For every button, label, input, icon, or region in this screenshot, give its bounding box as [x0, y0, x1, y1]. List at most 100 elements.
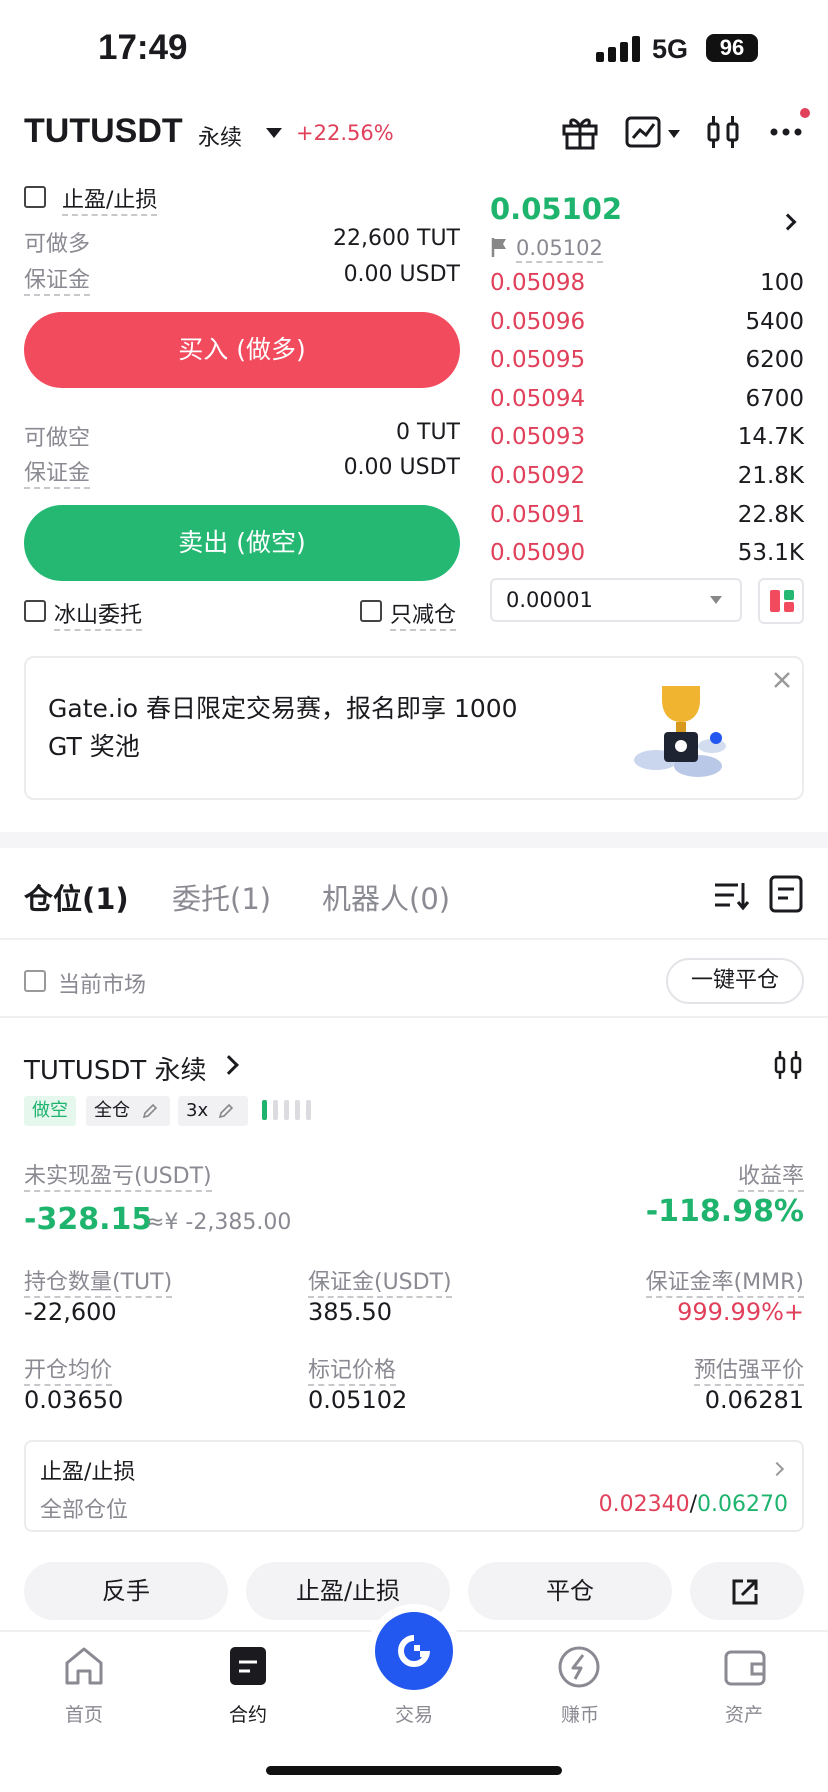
home-icon[interactable] — [62, 1644, 106, 1688]
risk-segment — [273, 1100, 278, 1120]
trade-button[interactable] — [375, 1612, 453, 1690]
tab-orders[interactable]: 委托(1) — [172, 876, 271, 918]
liq-value: 0.06281 — [704, 1386, 804, 1414]
tpsl-checkbox[interactable] — [24, 186, 46, 208]
nav-assets[interactable]: 资产 — [694, 1700, 794, 1727]
ask-size: 100 — [760, 270, 804, 296]
nav-trade[interactable]: 交易 — [364, 1700, 464, 1727]
chart-icon[interactable] — [624, 112, 664, 152]
tpsl-card-scope: 全部仓位 — [40, 1498, 129, 1523]
nav-earn[interactable]: 赚币 — [530, 1700, 630, 1727]
iceberg-label[interactable]: 冰山委托 — [54, 603, 143, 631]
sl-price: 0.06270 — [697, 1492, 788, 1517]
tpsl-card-title: 止盈/止损 — [40, 1460, 136, 1485]
network-label: 5G — [652, 34, 689, 64]
ask-price[interactable]: 0.05093 — [490, 424, 585, 450]
status-time: 17:49 — [98, 28, 188, 67]
chevron-right-icon[interactable] — [779, 213, 797, 231]
tpsl-button[interactable]: 止盈/止损 — [246, 1562, 450, 1620]
divider — [0, 1016, 828, 1018]
reduce-only-label[interactable]: 只减仓 — [390, 603, 457, 631]
wallet-icon[interactable] — [722, 1646, 768, 1688]
size-label: 持仓数量(TUT) — [24, 1270, 173, 1298]
ask-price[interactable]: 0.05090 — [490, 540, 585, 566]
ask-price[interactable]: 0.05094 — [490, 386, 585, 412]
side-tag: 做空 — [24, 1096, 76, 1126]
position-title[interactable]: TUTUSDT 永续 — [24, 1050, 207, 1087]
long-available-value: 22,600 TUT — [333, 226, 460, 251]
sell-short-button[interactable]: 卖出 (做空) — [24, 505, 460, 581]
symbol-title[interactable]: TUTUSDT — [24, 112, 183, 151]
close-icon[interactable] — [772, 670, 792, 690]
mark-price: 0.05102 — [516, 236, 603, 263]
margin-mode-label: 全仓 — [94, 1100, 130, 1121]
short-margin-label: 保证金 — [24, 461, 91, 489]
more-icon[interactable] — [766, 112, 806, 152]
liq-label: 预估强平价 — [693, 1358, 804, 1386]
margin-mode-tag[interactable]: 全仓 — [86, 1096, 170, 1126]
entry-value: 0.03650 — [24, 1386, 124, 1414]
iceberg-checkbox[interactable] — [24, 600, 46, 622]
order-history-icon[interactable] — [768, 874, 804, 914]
long-margin-label: 保证金 — [24, 268, 91, 296]
header: TUTUSDT 永续 +22.56% — [0, 100, 828, 166]
current-market-checkbox[interactable] — [24, 970, 46, 992]
current-market-label[interactable]: 当前市场 — [58, 967, 146, 999]
tick-size-select[interactable]: 0.00001 — [490, 578, 742, 622]
contract-type[interactable]: 永续 — [198, 120, 242, 152]
share-button[interactable] — [690, 1562, 804, 1620]
candlestick-icon[interactable] — [772, 1048, 804, 1082]
ask-size: 6700 — [745, 386, 804, 412]
section-divider — [0, 832, 828, 848]
short-margin-value: 0.00 USDT — [343, 455, 460, 480]
tpsl-card[interactable]: 止盈/止损 全部仓位 0.02340/0.06270 — [24, 1440, 804, 1532]
sort-icon[interactable] — [712, 876, 750, 914]
ask-size: 14.7K — [737, 424, 804, 450]
leverage-label: 3x — [186, 1100, 209, 1121]
ask-size: 5400 — [745, 309, 804, 335]
ask-size: 6200 — [745, 347, 804, 373]
last-price: 0.05102 — [490, 192, 623, 226]
gift-icon[interactable] — [560, 112, 600, 152]
earn-icon[interactable] — [556, 1644, 602, 1690]
ask-price[interactable]: 0.05095 — [490, 347, 585, 373]
edit-icon — [218, 1103, 234, 1119]
risk-segment — [262, 1100, 267, 1120]
nav-contract[interactable]: 合约 — [198, 1700, 298, 1727]
tpsl-prices: 0.02340/0.06270 — [599, 1492, 788, 1517]
chevron-down-icon[interactable] — [266, 128, 282, 138]
close-all-button[interactable]: 一键平仓 — [666, 958, 804, 1004]
tab-positions[interactable]: 仓位(1) — [24, 876, 129, 918]
tp-price: 0.02340 — [598, 1492, 690, 1517]
chevron-right-icon[interactable] — [219, 1055, 239, 1075]
ask-price[interactable]: 0.05098 — [490, 270, 585, 296]
promo-banner[interactable]: Gate.io 春日限定交易赛，报名即享 1000 GT 奖池 — [24, 656, 804, 800]
ask-price[interactable]: 0.05091 — [490, 502, 585, 528]
ask-price[interactable]: 0.05096 — [490, 309, 585, 335]
chevron-down-icon[interactable] — [668, 130, 680, 138]
tab-bots[interactable]: 机器人(0) — [322, 876, 450, 918]
ask-price[interactable]: 0.05092 — [490, 463, 585, 489]
flag-icon — [491, 238, 506, 257]
orderbook-layout-button[interactable] — [758, 578, 804, 624]
mark-value: 0.05102 — [308, 1386, 408, 1414]
buy-long-button[interactable]: 买入 (做多) — [24, 312, 460, 388]
home-indicator — [266, 1766, 562, 1775]
tick-size-value: 0.00001 — [506, 588, 593, 612]
margin-label: 保证金(USDT) — [308, 1270, 452, 1298]
reverse-button[interactable]: 反手 — [24, 1562, 228, 1620]
price-change: +22.56% — [296, 121, 394, 145]
candlestick-icon[interactable] — [703, 112, 743, 152]
contract-icon[interactable] — [226, 1644, 270, 1688]
ask-size: 53.1K — [737, 540, 804, 566]
ask-size: 21.8K — [737, 463, 804, 489]
close-position-button[interactable]: 平仓 — [468, 1562, 672, 1620]
risk-meter — [262, 1100, 316, 1122]
nav-home[interactable]: 首页 — [34, 1700, 134, 1727]
edit-icon — [142, 1103, 158, 1119]
unrealized-pnl-label: 未实现盈亏(USDT) — [24, 1164, 212, 1192]
tpsl-label[interactable]: 止盈/止损 — [62, 188, 158, 216]
reduce-only-checkbox[interactable] — [360, 600, 382, 622]
leverage-tag[interactable]: 3x — [178, 1096, 248, 1126]
mark-label: 标记价格 — [308, 1358, 397, 1386]
